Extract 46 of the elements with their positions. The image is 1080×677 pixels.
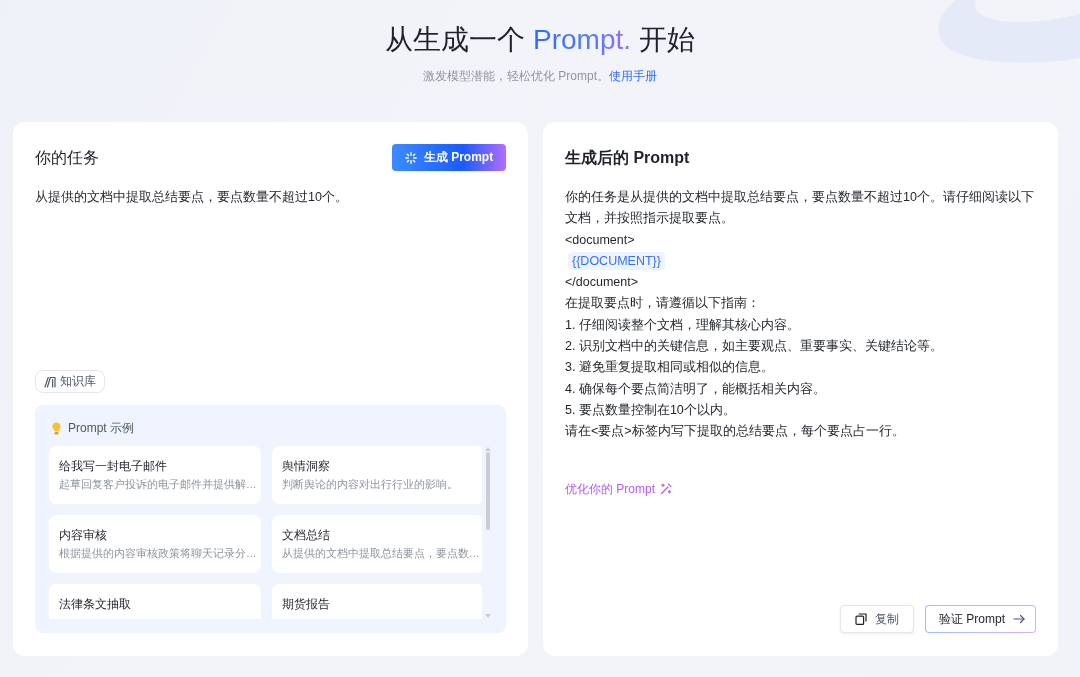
example-card[interactable]: 法律条文抽取 xyxy=(49,584,261,619)
prompt-line: 3. 避免重复提取相同或相似的信息。 xyxy=(565,359,775,377)
prompt-line: 在提取要点时，请遵循以下指南： xyxy=(565,295,761,313)
variable-tag: {{DOCUMENT}} xyxy=(568,251,665,270)
scrollbar[interactable] xyxy=(484,446,492,619)
task-title: 你的任务 xyxy=(35,147,99,168)
knowledge-base-button[interactable]: 知识库 xyxy=(35,370,105,393)
copy-icon xyxy=(855,613,867,625)
prompt-line: 5. 要点数量控制在10个以内。 xyxy=(565,401,737,419)
prompt-line: 4. 确保每个要点简洁明了，能概括相关内容。 xyxy=(565,380,827,398)
books-icon xyxy=(44,375,56,388)
prompt-line: <document> xyxy=(565,231,636,249)
page-subtitle: 激发模型潜能，轻松优化 Prompt。使用手册 xyxy=(423,68,657,84)
optimize-link[interactable]: 优化你的 Prompt xyxy=(565,480,672,497)
prompt-title: 生成后的 Prompt xyxy=(565,147,690,168)
example-title: 舆情洞察 xyxy=(282,458,331,474)
prompt-line: 请在<要点>标签内写下提取的总结要点，每个要点占一行。 xyxy=(565,423,906,441)
example-title: 文档总结 xyxy=(282,527,331,543)
verify-button[interactable]: 验证 Prompt xyxy=(925,605,1036,633)
manual-link[interactable]: 使用手册 xyxy=(609,69,657,83)
lightbulb-icon xyxy=(52,421,61,435)
example-card[interactable]: 内容审核 根据提供的内容审核政策将聊天记录分… xyxy=(49,515,261,573)
example-title: 期货报告 xyxy=(282,596,331,612)
arrow-right-icon xyxy=(1013,613,1025,625)
copy-button[interactable]: 复制 xyxy=(840,605,914,633)
example-description: 起草回复客户投诉的电子邮件并提供解… xyxy=(59,477,257,492)
example-title: 内容审核 xyxy=(59,527,108,543)
prompt-line: 你的任务是从提供的文档中提取总结要点，要点数量不超过10个。请仔细阅读以下文档，并按照指示提取要点。 xyxy=(565,189,1035,228)
sparkle-icon xyxy=(404,151,417,164)
generate-button[interactable]: 生成 Prompt xyxy=(392,144,506,171)
example-card[interactable]: 舆情洞察 判断舆论的内容对出行行业的影响。 xyxy=(272,446,482,504)
example-description: 从提供的文档中提取总结要点，要点数… xyxy=(282,546,480,561)
example-card[interactable]: 给我写一封电子邮件 起草回复客户投诉的电子邮件并提供解… xyxy=(49,446,261,504)
prompt-line: 1. 仔细阅读整个文档，理解其核心内容。 xyxy=(565,316,801,334)
magic-wand-icon xyxy=(660,482,672,495)
example-card[interactable]: 文档总结 从提供的文档中提取总结要点，要点数… xyxy=(272,515,482,573)
example-title: 法律条文抽取 xyxy=(59,596,132,612)
examples-title: Prompt 示例 xyxy=(68,421,134,435)
example-card[interactable]: 期货报告 xyxy=(272,584,482,619)
example-title: 给我写一封电子邮件 xyxy=(59,458,168,474)
example-description: 根据提供的内容审核政策将聊天记录分… xyxy=(59,546,257,561)
prompt-line: </document> xyxy=(565,274,639,292)
example-description: 判断舆论的内容对出行行业的影响。 xyxy=(282,477,459,492)
prompt-line: 2. 识别文档中的关键信息，如主要观点、重要事实、关键结论等。 xyxy=(565,338,944,356)
task-input[interactable]: 从提供的文档中提取总结要点，要点数量不超过10个。 xyxy=(35,187,506,360)
page-title: 从生成一个 Prompt. 开始 xyxy=(385,23,695,57)
